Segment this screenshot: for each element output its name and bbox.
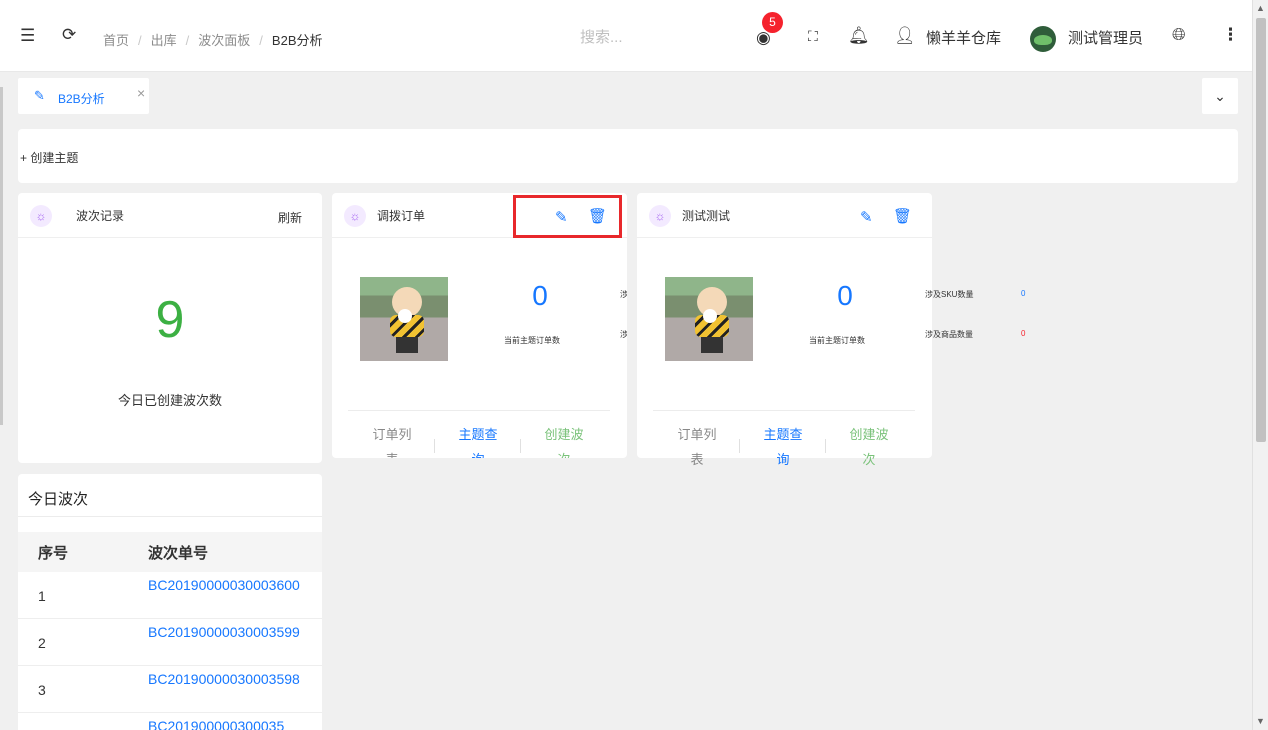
order-count: 0 xyxy=(532,280,548,311)
bulb-icon: ☼ xyxy=(649,205,671,227)
annotation-highlight-box xyxy=(513,195,622,238)
refresh-button[interactable]: 刷新 xyxy=(278,209,302,226)
today-waves-panel: 今日波次 序号 波次单号 1 BC20190000030003600 2 BC2… xyxy=(18,474,322,730)
table-row: 1 BC20190000030003600 xyxy=(18,572,322,619)
action-separator xyxy=(434,439,435,453)
menu-fold-icon[interactable]: ☰ xyxy=(20,26,35,46)
breadcrumb: 首页 / 出库 / 波次面板 / B2B分析 xyxy=(103,33,323,48)
wave-code-link[interactable]: BC201900000300035 xyxy=(148,716,308,730)
top-header: ☰ ⟳ 首页 / 出库 / 波次面板 / B2B分析 搜索... ◉ 5 ⛶ 🔔︎ 👤︎ 懒… xyxy=(0,0,1252,72)
action-separator xyxy=(739,439,740,453)
bulb-icon: ☼ xyxy=(30,205,52,227)
table-row: BC201900000300035 xyxy=(18,713,322,730)
create-topic-button[interactable]: + 创建主题 xyxy=(20,149,78,166)
warehouse-selector[interactable]: 懒羊羊仓库 xyxy=(926,27,1001,48)
fullscreen-icon[interactable]: ⛶ xyxy=(808,26,818,46)
column-header-code: 波次单号 xyxy=(148,545,209,562)
wave-record-card: ☼ 波次记录 刷新 9 今日已创建波次数 xyxy=(18,193,322,463)
topic-query-link[interactable]: 主题查询 xyxy=(456,422,500,458)
card-divider xyxy=(653,410,915,411)
wave-code-link[interactable]: BC20190000030003598 xyxy=(148,669,308,689)
order-list-link[interactable]: 订单列表 xyxy=(675,422,719,472)
wave-code-link[interactable]: BC20190000030003600 xyxy=(148,575,308,595)
product-count-label: 涉及商品数量 xyxy=(925,330,973,339)
scroll-up-icon[interactable]: ▲ xyxy=(1256,3,1265,13)
card-title: 调拨订单 xyxy=(377,209,426,223)
wave-code-link[interactable]: BC20190000030003599 xyxy=(148,622,308,642)
panel-title: 今日波次 xyxy=(28,491,89,508)
user-icon[interactable]: 👤︎ xyxy=(894,26,916,46)
search-input[interactable]: 搜索... xyxy=(580,26,623,47)
order-count-label: 当前主题订单数 xyxy=(504,336,560,345)
delete-icon[interactable]: 🗑︎ xyxy=(893,207,912,225)
action-separator xyxy=(520,439,521,453)
notification-badge: 5 xyxy=(762,12,783,33)
panel-divider xyxy=(18,516,322,517)
wave-count-label: 今日已创建波次数 xyxy=(117,393,222,408)
chevron-down-icon[interactable]: ⌄ xyxy=(1202,78,1238,114)
tab-bar: ✎ B2B分析 × ⌄ xyxy=(0,72,1252,120)
breadcrumb-wave-panel[interactable]: 波次面板 xyxy=(198,33,250,48)
scrollbar-thumb[interactable] xyxy=(1256,18,1266,442)
left-edge-bar xyxy=(0,87,3,425)
order-count-label: 当前主题订单数 xyxy=(809,336,865,345)
wave-count: 9 xyxy=(155,291,185,349)
edit-icon: ✎ xyxy=(34,88,45,103)
card-header: ☼ 测试测试 ✎ 🗑︎ xyxy=(637,193,932,238)
tab-label: B2B分析 xyxy=(58,92,105,106)
sku-count-value: 0 xyxy=(1021,289,1026,298)
reload-icon[interactable]: ⟳ xyxy=(62,25,76,45)
vertical-scrollbar[interactable]: ▲ ▼ xyxy=(1252,0,1268,730)
card-title: 测试测试 xyxy=(682,209,731,223)
more-icon[interactable]: ⋮ xyxy=(1222,25,1239,45)
action-separator xyxy=(825,439,826,453)
globe-icon[interactable]: 🌐︎ xyxy=(1172,25,1186,45)
row-index: 2 xyxy=(38,635,46,651)
stat-label: 涉及 xyxy=(620,290,627,299)
card-divider xyxy=(348,410,610,411)
table-header: 序号 波次单号 xyxy=(18,532,322,572)
row-index: 3 xyxy=(38,682,46,698)
create-wave-link[interactable]: 创建波次 xyxy=(542,422,586,458)
order-list-link[interactable]: 订单列表 xyxy=(370,422,414,458)
order-count: 0 xyxy=(837,280,853,311)
avatar[interactable] xyxy=(1030,26,1056,52)
column-header-index: 序号 xyxy=(38,545,69,562)
user-name[interactable]: 测试管理员 xyxy=(1068,27,1143,48)
breadcrumb-home[interactable]: 首页 xyxy=(103,33,129,48)
breadcrumb-current: B2B分析 xyxy=(271,33,323,48)
bell-icon[interactable]: 🔔︎ xyxy=(848,26,870,46)
product-count-value: 0 xyxy=(1021,329,1026,338)
card-header: ☼ 波次记录 刷新 xyxy=(18,193,322,238)
scroll-down-icon[interactable]: ▼ xyxy=(1256,716,1265,726)
topic-image xyxy=(360,277,448,361)
bulb-icon: ☼ xyxy=(344,205,366,227)
topic-card: ☼ 测试测试 ✎ 🗑︎ 0 当前主题订单数 涉及SKU数量 0 涉及商品数量 0… xyxy=(637,193,1025,467)
topic-query-link[interactable]: 主题查询 xyxy=(761,422,805,472)
tab-b2b-analysis[interactable]: ✎ B2B分析 × xyxy=(18,78,149,114)
stat-label: 涉及 xyxy=(620,330,627,339)
breadcrumb-outbound[interactable]: 出库 xyxy=(151,33,177,48)
table-row: 2 BC20190000030003599 xyxy=(18,619,322,666)
row-index: 1 xyxy=(38,588,46,604)
table-row: 3 BC20190000030003598 xyxy=(18,666,322,713)
card-title: 波次记录 xyxy=(76,209,125,223)
sku-count-label: 涉及SKU数量 xyxy=(925,290,974,299)
close-icon[interactable]: × xyxy=(137,85,145,101)
create-topic-panel: + 创建主题 xyxy=(18,129,1238,183)
edit-icon[interactable]: ✎ xyxy=(860,208,873,226)
topic-image xyxy=(665,277,753,361)
create-wave-link[interactable]: 创建波次 xyxy=(847,422,891,472)
